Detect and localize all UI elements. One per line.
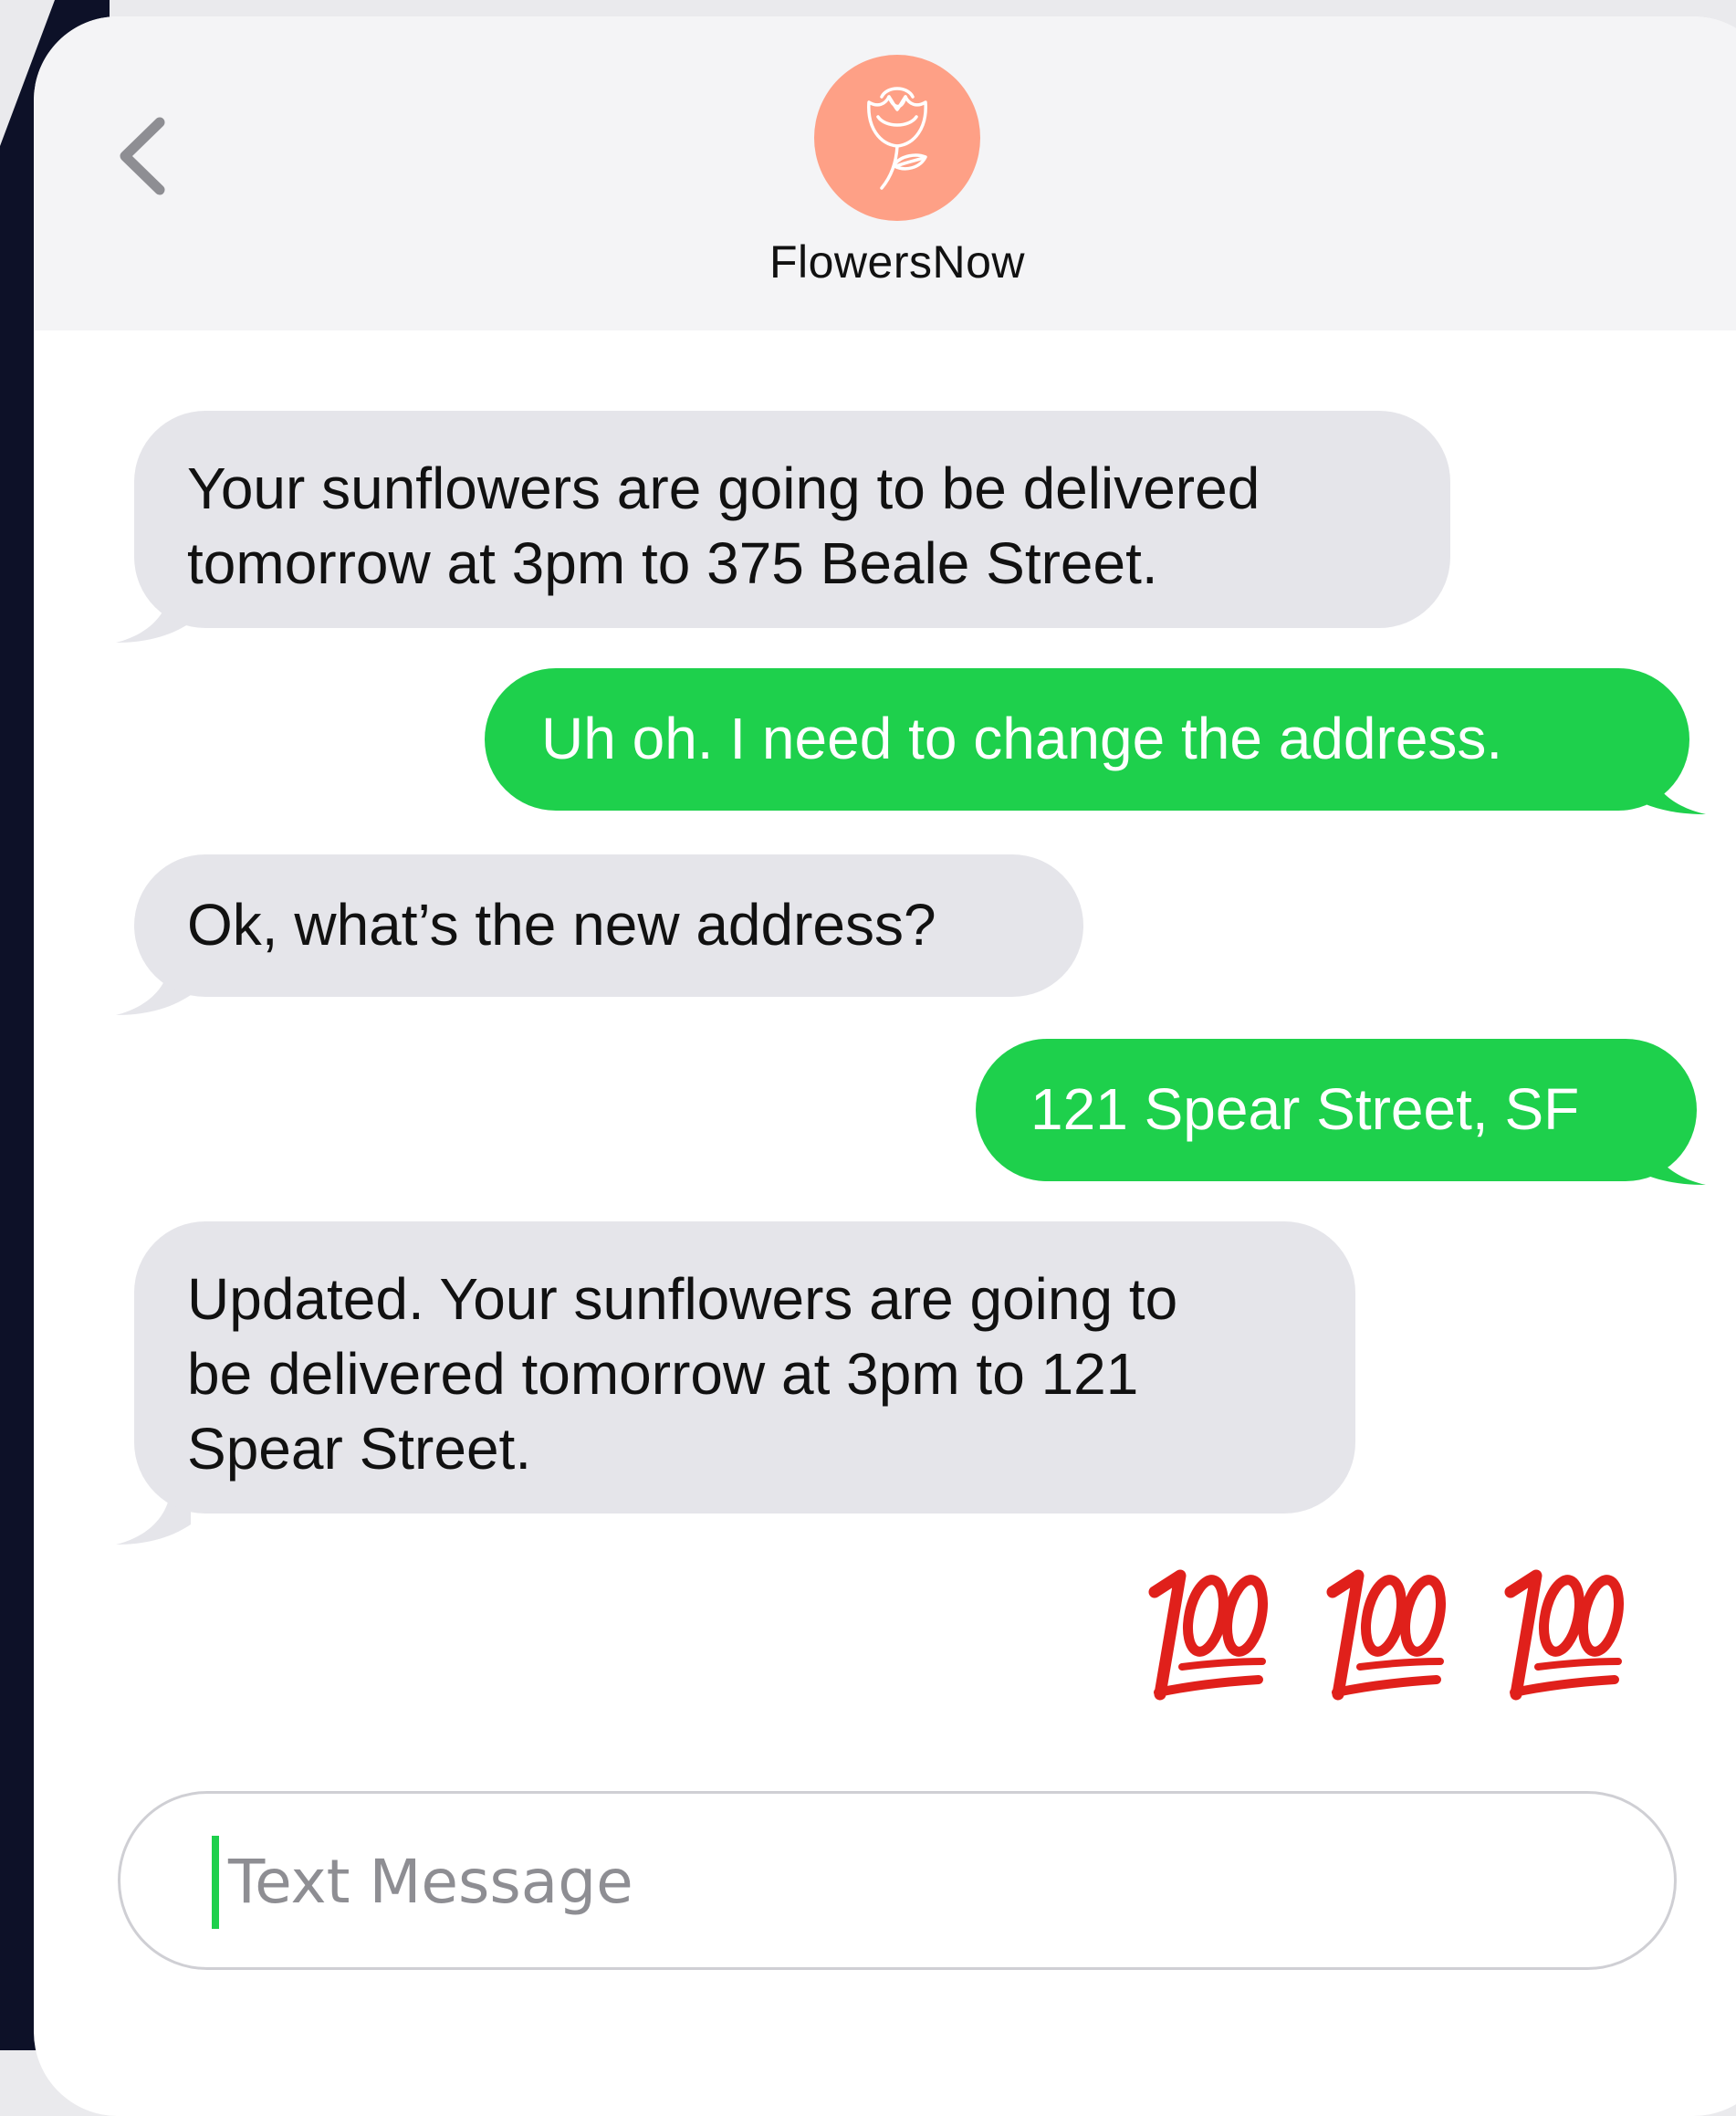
message-bubble-outgoing[interactable]: 121 Spear Street, SF	[976, 1039, 1697, 1181]
back-button[interactable]	[114, 106, 196, 206]
message-bubble-incoming[interactable]: Your sunflowers are going to be delivere…	[134, 411, 1450, 628]
contact-avatar[interactable]	[814, 55, 980, 221]
hundred-points-icon	[1504, 1569, 1624, 1701]
message-line: Uh oh. I need to change the address.	[541, 706, 1503, 771]
emoji-message[interactable]	[1147, 1559, 1695, 1742]
message-bubble-incoming[interactable]: Updated. Your sunflowers are going to be…	[134, 1221, 1355, 1514]
conversation-header: FlowersNow	[34, 16, 1736, 330]
text-cursor	[212, 1836, 219, 1929]
messages-screen: FlowersNow Your sunflowers are going to …	[34, 16, 1736, 2116]
message-line: be delivered tomorrow at 3pm to 121	[187, 1341, 1139, 1407]
message-line: Updated. Your sunflowers are going to	[187, 1266, 1178, 1332]
contact-name[interactable]: FlowersNow	[623, 236, 1171, 288]
message-line: Spear Street.	[187, 1416, 532, 1482]
message-input[interactable]: Text Message	[118, 1791, 1677, 1970]
hundred-points-icon	[1326, 1569, 1446, 1701]
message-line: Ok, what’s the new address?	[187, 892, 936, 958]
message-bubble-outgoing[interactable]: Uh oh. I need to change the address.	[485, 668, 1689, 811]
rose-icon	[867, 87, 927, 190]
message-line: 121 Spear Street, SF	[1030, 1076, 1580, 1142]
message-line: tomorrow at 3pm to 375 Beale Street.	[187, 530, 1158, 596]
chevron-left-icon	[120, 117, 165, 195]
message-line: Your sunflowers are going to be delivere…	[187, 456, 1260, 521]
message-bubble-incoming[interactable]: Ok, what’s the new address?	[134, 854, 1083, 997]
hundred-points-icon	[1148, 1569, 1268, 1701]
message-input-placeholder: Text Message	[228, 1847, 633, 1917]
